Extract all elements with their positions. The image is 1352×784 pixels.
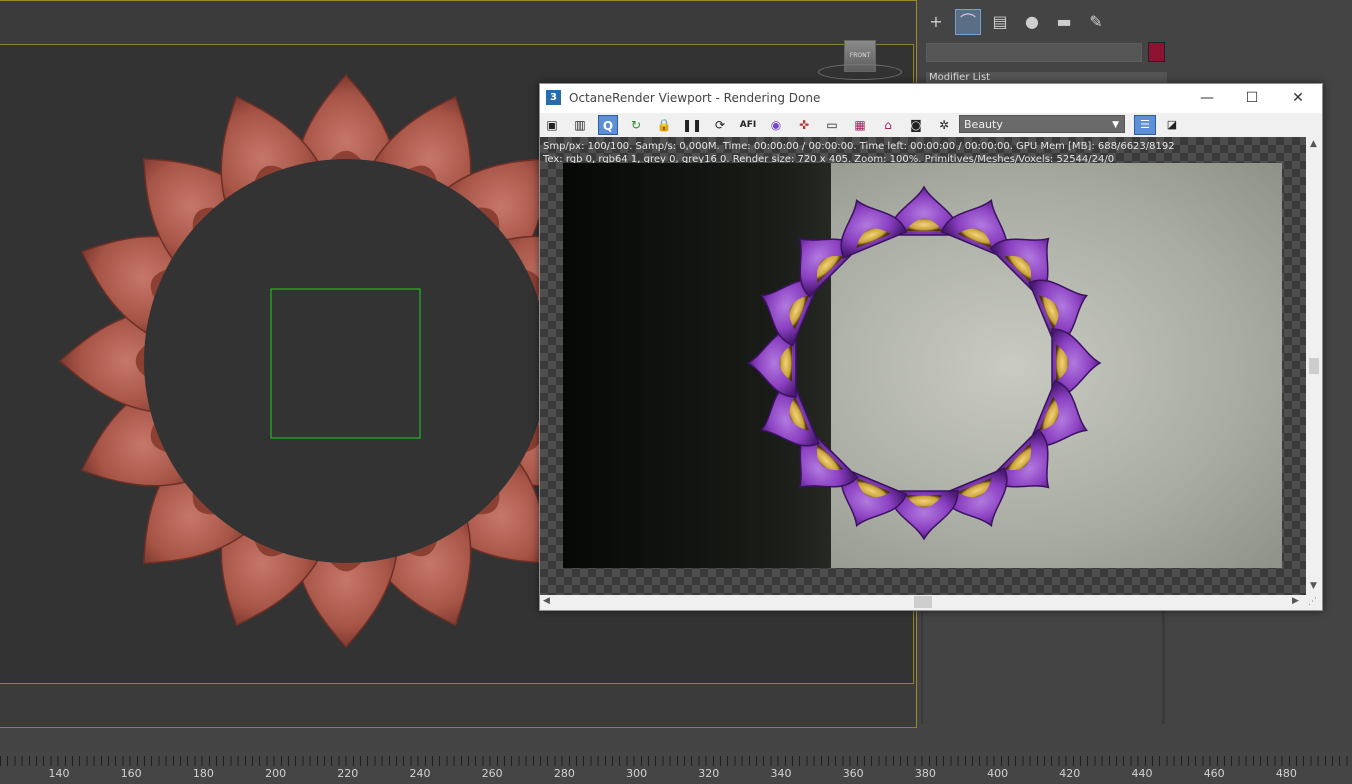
track-bar-label: 280 — [553, 767, 575, 780]
scroll-down-arrow-icon[interactable]: ▼ — [1310, 581, 1317, 591]
save-render-icon[interactable]: ▣ — [542, 115, 562, 135]
chevron-down-icon: ▼ — [1112, 120, 1119, 130]
utilities-tab-wrench-icon[interactable]: ✎ — [1084, 10, 1108, 34]
track-bar-label: 400 — [987, 767, 1009, 780]
lotus-inner-hole — [144, 159, 548, 563]
render-image — [563, 163, 1282, 568]
render-stats-line1: Smp/px: 100/100. Samp/s: 0,000M. Time: 0… — [543, 141, 1175, 152]
motion-tab-icon[interactable]: ● — [1020, 10, 1044, 34]
render-toolbar: ▣ ▥ Q ↻ 🔒 ❚❚ ⟳ AFI ◉ ✜ ▭ ▦ ⌂ ◙ ✲ — [540, 113, 1322, 137]
render-pass-value: Beauty — [964, 118, 1003, 131]
maximize-button[interactable]: ☐ — [1237, 88, 1267, 108]
window-titlebar[interactable]: 3 OctaneRender Viewport - Rendering Done… — [540, 84, 1322, 113]
lock-icon[interactable]: 🔒 — [654, 115, 674, 135]
region-render-icon[interactable]: ▭ — [822, 115, 842, 135]
scroll-right-arrow-icon[interactable]: ▶ — [1292, 596, 1299, 606]
minimize-button[interactable]: — — [1192, 88, 1222, 108]
render-petals — [746, 185, 1102, 541]
refresh-icon[interactable]: ⟳ — [710, 115, 730, 135]
track-bar-label: 240 — [409, 767, 431, 780]
window-title: OctaneRender Viewport - Rendering Done — [569, 91, 821, 105]
pause-icon[interactable]: ❚❚ — [682, 115, 702, 135]
panel-divider-left — [921, 600, 923, 724]
create-tab-plus-icon[interactable]: + — [924, 10, 948, 34]
panel-divider — [1162, 600, 1165, 724]
track-bar-label: 180 — [192, 767, 214, 780]
display-tab-icon[interactable]: ▬ — [1052, 10, 1076, 34]
track-bar-ticks — [0, 756, 1352, 766]
render-area[interactable]: Smp/px: 100/100. Samp/s: 0,000M. Time: 0… — [540, 137, 1306, 595]
track-bar-label: 460 — [1203, 767, 1225, 780]
track-bar-label: 140 — [48, 767, 70, 780]
restart-render-icon[interactable]: ↻ — [626, 115, 646, 135]
close-button[interactable]: ✕ — [1283, 88, 1313, 108]
vertical-scrollbar[interactable]: ▲ ▼ — [1306, 137, 1322, 595]
track-bar-label: 480 — [1275, 767, 1297, 780]
track-bar-label: 320 — [698, 767, 720, 780]
viewport-border — [0, 0, 916, 1]
track-bar-label: 220 — [337, 767, 359, 780]
hierarchy-tab-icon[interactable]: ▤ — [988, 10, 1012, 34]
material-picker-icon[interactable]: ◉ — [766, 115, 786, 135]
track-bar-label: 300 — [626, 767, 648, 780]
horizontal-scrollbar[interactable]: ◀ ▶ — [540, 595, 1306, 609]
environment-icon[interactable]: ⌂ — [878, 115, 898, 135]
film-region-icon[interactable]: ▦ — [850, 115, 870, 135]
resize-grip-icon[interactable]: ⋰ — [1308, 597, 1320, 609]
quick-render-button[interactable]: Q — [598, 115, 618, 135]
render-pass-select[interactable]: Beauty ▼ — [959, 115, 1125, 133]
afi-button[interactable]: AFI — [738, 115, 758, 135]
track-bar-label: 200 — [265, 767, 287, 780]
list-view-icon[interactable]: ☰ — [1134, 115, 1156, 135]
vertical-scroll-thumb[interactable] — [1309, 358, 1319, 374]
horizontal-scroll-thumb[interactable] — [914, 596, 932, 608]
object-picker-icon[interactable]: ✜ — [794, 115, 814, 135]
app-3dsmax-icon: 3 — [546, 90, 561, 105]
object-name-field[interactable] — [926, 43, 1142, 62]
scroll-up-arrow-icon[interactable]: ▲ — [1310, 139, 1317, 149]
lotus-render-svg — [746, 185, 1102, 541]
settings-gear-icon[interactable]: ✲ — [934, 115, 954, 135]
track-bar-label: 260 — [481, 767, 503, 780]
track-bar-label: 160 — [120, 767, 142, 780]
camera-icon[interactable]: ◙ — [906, 115, 926, 135]
image-view-icon[interactable]: ◪ — [1161, 115, 1183, 135]
viewport-bottom-border — [0, 727, 916, 728]
scroll-left-arrow-icon[interactable]: ◀ — [543, 596, 550, 606]
render-ring-inner — [802, 241, 1046, 485]
viewcube-compass-ring[interactable] — [818, 64, 902, 80]
modify-tab-icon[interactable]: ⌒ — [955, 9, 981, 35]
track-bar-label: 360 — [842, 767, 864, 780]
track-bar-label: 380 — [914, 767, 936, 780]
track-bar-label: 340 — [770, 767, 792, 780]
track-bar-label: 420 — [1059, 767, 1081, 780]
octane-render-window[interactable]: 3 OctaneRender Viewport - Rendering Done… — [539, 83, 1323, 611]
object-color-swatch[interactable] — [1148, 42, 1165, 62]
track-bar-label: 440 — [1131, 767, 1153, 780]
copy-clipboard-icon[interactable]: ▥ — [570, 115, 590, 135]
